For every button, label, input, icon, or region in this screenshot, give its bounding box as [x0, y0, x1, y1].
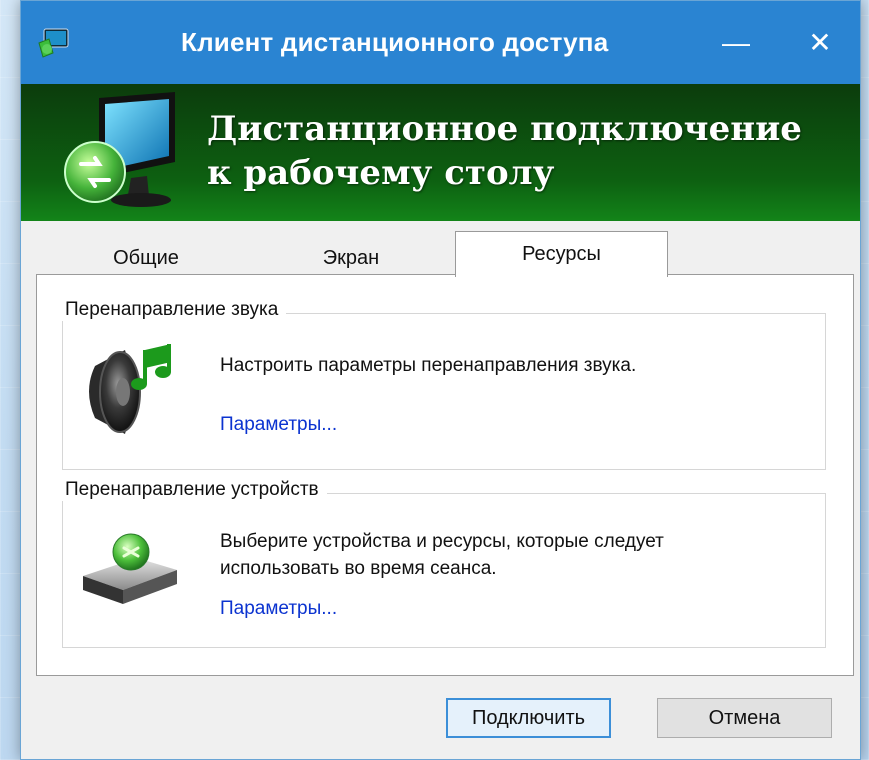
audio-settings-link[interactable]: Параметры...: [220, 414, 337, 436]
header-banner: Дистанционное подключение к рабочему сто…: [21, 84, 860, 221]
tab-panel-resources: Перенаправление звука Настроить параметр…: [36, 274, 854, 676]
minimize-button[interactable]: —: [701, 1, 771, 84]
audio-redirect-group: Перенаправление звука Настроить параметр…: [57, 299, 826, 470]
device-redirect-group: Перенаправление устройств Выберите устро…: [57, 479, 826, 648]
close-icon: ✕: [808, 27, 832, 58]
speaker-icon: [89, 344, 171, 434]
group-legend: Перенаправление звука: [57, 299, 287, 321]
tab-general[interactable]: Общие: [71, 241, 221, 275]
device-description-line2: использовать во время сеанса.: [220, 558, 497, 579]
close-button[interactable]: ✕: [785, 1, 855, 84]
title-bar[interactable]: Клиент дистанционного доступа — ✕: [21, 1, 860, 84]
tab-resources[interactable]: Ресурсы: [455, 231, 668, 277]
cancel-button[interactable]: Отмена: [657, 698, 832, 738]
audio-description: Настроить параметры перенаправления звук…: [220, 355, 637, 376]
connect-button[interactable]: Подключить: [446, 698, 611, 738]
device-icon: [83, 533, 177, 604]
tab-screen[interactable]: Экран: [276, 241, 426, 275]
window-title: Клиент дистанционного доступа: [181, 27, 609, 57]
banner-title: Дистанционное подключение к рабочему сто…: [207, 107, 802, 195]
monitor-connection-icon: [64, 92, 175, 207]
banner-title-line2: к рабочему столу: [207, 153, 555, 193]
dialog-window: Клиент дистанционного доступа — ✕ Дистан…: [20, 0, 861, 760]
remote-desktop-icon: [38, 28, 69, 58]
device-description-line1: Выберите устройства и ресурсы, которые с…: [220, 531, 664, 552]
minimize-icon: —: [722, 26, 750, 58]
device-description: Выберите устройства и ресурсы, которые с…: [220, 528, 664, 582]
device-settings-link[interactable]: Параметры...: [220, 598, 337, 620]
tab-strip: Общие Экран Ресурсы: [21, 227, 860, 277]
group-legend: Перенаправление устройств: [57, 479, 327, 501]
banner-title-line1: Дистанционное подключение: [207, 109, 802, 149]
